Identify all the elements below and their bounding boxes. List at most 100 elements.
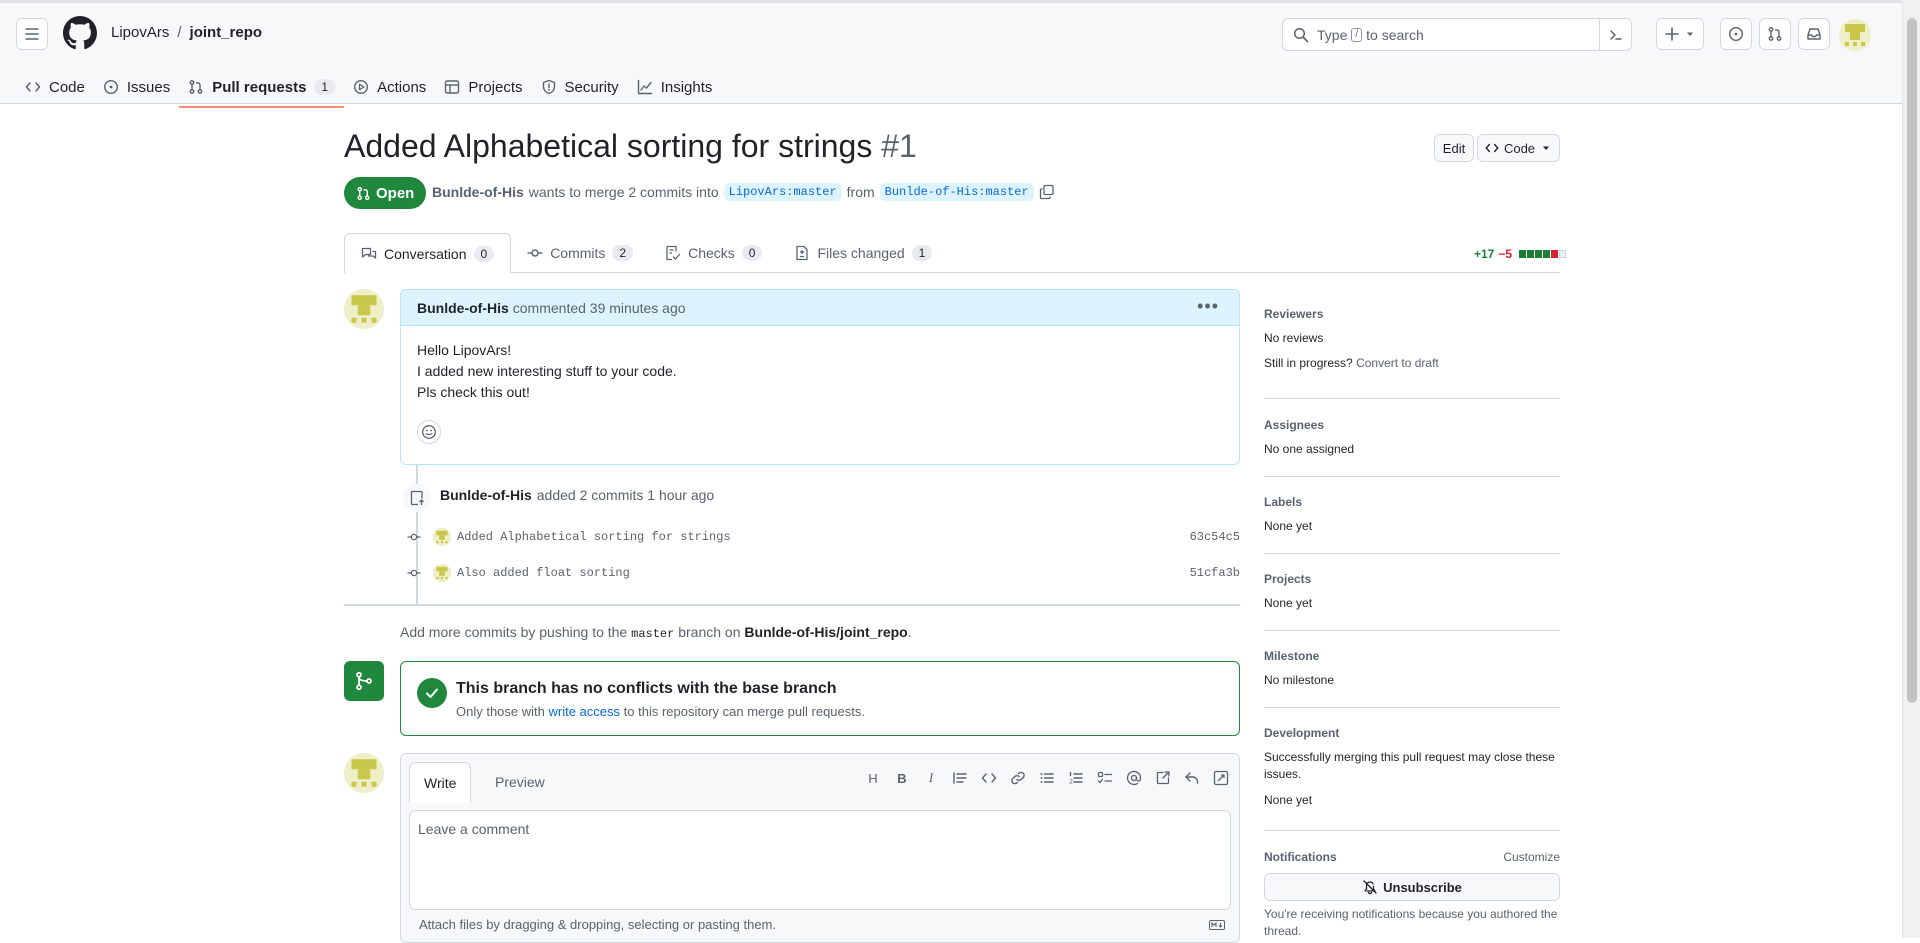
pull-requests-button[interactable] <box>1759 18 1791 50</box>
command-palette-button[interactable] <box>1599 19 1631 50</box>
pr-meta: Bunlde-of-His wants to merge 2 commits i… <box>432 183 1055 201</box>
development-heading[interactable]: Development <box>1264 726 1560 740</box>
hamburger-icon <box>25 28 39 40</box>
comment-author[interactable]: Bunlde-of-His <box>417 300 509 316</box>
conversation-count: 0 <box>473 245 495 262</box>
comment-timestamp[interactable]: commented 39 minutes ago <box>513 300 686 316</box>
cross-reference-icon[interactable] <box>1155 770 1171 786</box>
preview-tab[interactable]: Preview <box>481 762 559 802</box>
add-reaction-button[interactable] <box>417 420 441 444</box>
tab-insights-label: Insights <box>660 78 713 96</box>
code-dropdown-button[interactable]: Code <box>1477 134 1560 162</box>
inbox-icon <box>1807 28 1821 40</box>
user-avatar[interactable] <box>1839 19 1871 51</box>
fullscreen-edit-icon[interactable] <box>1213 770 1229 786</box>
inbox-button[interactable] <box>1798 18 1830 50</box>
ordered-list-icon[interactable]: 2 <box>1068 770 1084 786</box>
tab-security[interactable]: Security <box>532 67 628 107</box>
issue-opened-icon <box>103 79 118 95</box>
heading-icon[interactable]: H <box>865 770 881 786</box>
sidebar-labels: Labels None yet <box>1264 495 1560 554</box>
link-icon[interactable] <box>1010 770 1026 786</box>
diff-blocks <box>1519 250 1567 258</box>
italic-icon[interactable]: I <box>923 770 939 786</box>
markdown-icon[interactable] <box>1209 920 1225 930</box>
milestone-heading[interactable]: Milestone <box>1264 649 1560 663</box>
commit-row: Also added float sorting 51cfa3b <box>404 560 1240 586</box>
push-tip-middle: branch on <box>678 624 741 640</box>
svg-text:2: 2 <box>1069 779 1073 786</box>
copy-icon[interactable] <box>1039 184 1055 200</box>
assignees-value: No one assigned <box>1264 442 1355 456</box>
pr-author-link[interactable]: Bunlde-of-His <box>432 184 524 200</box>
scrollbar-thumb[interactable] <box>1907 18 1917 703</box>
push-tip-repo[interactable]: Bunlde-of-His/joint_repo <box>744 624 907 640</box>
commit-sha[interactable]: 51cfa3b <box>1190 566 1240 580</box>
tab-conversation[interactable]: Conversation 0 <box>344 233 512 274</box>
commit-author-avatar[interactable] <box>433 564 451 582</box>
comment-header: Bunlde-of-His commented 39 minutes ago <box>401 290 1239 326</box>
tab-code[interactable]: Code <box>16 67 94 107</box>
tab-issues[interactable]: Issues <box>94 67 179 107</box>
kebab-horizontal-icon[interactable]: ••• <box>1197 296 1219 317</box>
issues-button[interactable] <box>1720 18 1752 50</box>
page-scrollbar[interactable] <box>1902 0 1920 938</box>
menu-button[interactable] <box>16 18 48 50</box>
git-commit-icon <box>527 249 543 257</box>
commit-message[interactable]: Also added float sorting <box>457 566 630 580</box>
tab-code-label: Code <box>49 78 85 96</box>
quote-icon[interactable] <box>952 770 968 786</box>
tab-projects[interactable]: Projects <box>435 67 531 107</box>
pr-from-text: from <box>846 184 875 200</box>
tab-pull-requests[interactable]: Pull requests 1 <box>179 67 345 108</box>
git-pull-request-icon <box>357 186 370 200</box>
breadcrumb-repo[interactable]: joint_repo <box>190 24 263 41</box>
tab-commits[interactable]: Commits 2 <box>511 233 649 273</box>
smiley-icon <box>422 425 436 439</box>
convert-to-draft-link[interactable]: Convert to draft <box>1356 356 1439 370</box>
bold-icon[interactable]: B <box>894 770 910 786</box>
write-tab[interactable]: Write <box>409 762 472 803</box>
breadcrumb-owner[interactable]: LipovArs <box>111 24 169 41</box>
tab-insights[interactable]: Insights <box>628 67 722 107</box>
labels-value: None yet <box>1264 519 1313 533</box>
unsubscribe-label: Unsubscribe <box>1383 879 1462 895</box>
create-new-button[interactable] <box>1656 18 1704 50</box>
draft-note-text: Still in progress? <box>1264 356 1353 370</box>
commit-author-avatar[interactable] <box>433 528 451 546</box>
commit-sha[interactable]: 63c54c5 <box>1190 530 1240 544</box>
code-dropdown-label: Code <box>1503 140 1536 156</box>
tab-actions[interactable]: Actions <box>344 67 435 107</box>
attach-files-hint[interactable]: Attach files by dragging & dropping, sel… <box>419 917 776 932</box>
github-logo-icon[interactable] <box>63 16 97 50</box>
push-tip-branch: master <box>631 627 675 641</box>
edit-title-button[interactable]: Edit <box>1434 134 1474 162</box>
reply-icon[interactable] <box>1184 770 1200 786</box>
tab-conversation-label: Conversation <box>384 245 467 262</box>
comment-textarea[interactable]: Leave a comment <box>409 810 1231 910</box>
comment-author-avatar[interactable] <box>344 289 384 329</box>
current-user-avatar[interactable] <box>344 753 384 793</box>
labels-heading[interactable]: Labels <box>1264 495 1560 509</box>
commit-message[interactable]: Added Alphabetical sorting for strings <box>457 530 731 544</box>
sidebar-milestone: Milestone No milestone <box>1264 649 1560 708</box>
tab-files-changed[interactable]: Files changed 1 <box>778 233 948 273</box>
write-access-link[interactable]: write access <box>549 704 621 719</box>
reviewers-heading[interactable]: Reviewers <box>1264 307 1560 321</box>
code-icon[interactable] <box>981 770 997 786</box>
commit-event-author[interactable]: Bunlde-of-His <box>440 487 532 503</box>
development-desc: Successfully merging this pull request m… <box>1264 750 1555 781</box>
task-list-icon[interactable] <box>1097 770 1113 786</box>
unordered-list-icon[interactable] <box>1039 770 1055 786</box>
projects-heading[interactable]: Projects <box>1264 572 1560 586</box>
search-input[interactable]: Type / to search <box>1282 18 1632 51</box>
unsubscribe-button[interactable]: Unsubscribe <box>1264 873 1560 901</box>
base-branch[interactable]: LipovArs:master <box>723 183 842 201</box>
assignees-heading[interactable]: Assignees <box>1264 418 1560 432</box>
shield-icon <box>542 79 555 95</box>
head-branch[interactable]: Bunlde-of-His:master <box>879 183 1034 201</box>
tab-checks[interactable]: Checks 0 <box>649 233 778 273</box>
mention-icon[interactable] <box>1126 770 1142 786</box>
customize-link[interactable]: Customize <box>1503 850 1560 864</box>
reviewers-value: No reviews <box>1264 331 1324 345</box>
